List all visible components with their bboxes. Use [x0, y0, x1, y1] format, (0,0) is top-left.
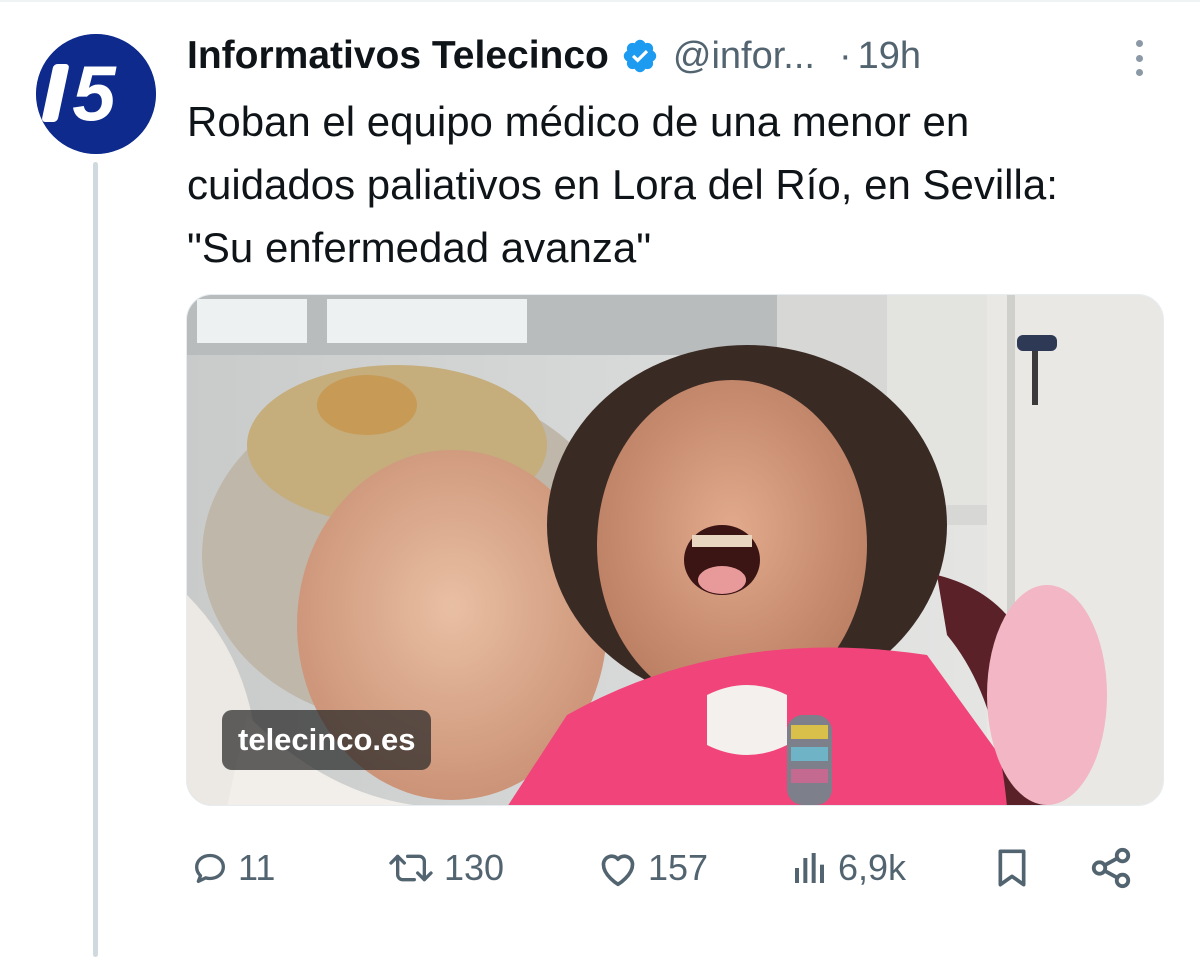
thread-line: [93, 162, 98, 957]
reply-button[interactable]: 11: [190, 836, 275, 900]
author-name[interactable]: Informativos Telecinco: [187, 34, 609, 78]
repost-button[interactable]: 130: [386, 836, 504, 900]
like-button[interactable]: 157: [596, 836, 708, 900]
repost-icon: [389, 854, 433, 882]
action-bar: 11 130 157 6,9k: [186, 836, 1156, 900]
reply-icon: [195, 853, 225, 883]
avatar[interactable]: 5: [36, 34, 156, 154]
share-icon: [1091, 847, 1131, 889]
tweet-text: Roban el equipo médico de una menor en c…: [187, 98, 1058, 271]
tweet-header: Informativos Telecinco @infor... · 19h: [187, 30, 1147, 82]
views-button[interactable]: 6,9k: [790, 836, 906, 900]
svg-text:5: 5: [72, 49, 117, 137]
media-source-badge[interactable]: telecinco.es: [222, 710, 432, 770]
view-count: 6,9k: [838, 847, 907, 888]
bookmark-icon: [998, 849, 1026, 887]
timestamp[interactable]: 19h: [858, 35, 921, 78]
telecinco-logo-icon: 5: [36, 34, 156, 154]
bookmark-button[interactable]: [992, 836, 1032, 900]
author-handle[interactable]: @infor...: [673, 35, 815, 78]
like-count: 157: [648, 847, 709, 888]
verified-badge-icon[interactable]: [621, 37, 659, 75]
separator-dot: ·: [838, 34, 852, 77]
reply-count: 11: [238, 847, 276, 888]
share-button[interactable]: [1088, 836, 1134, 900]
more-options-icon[interactable]: [1126, 36, 1152, 80]
views-chart-icon: [795, 853, 824, 883]
heart-icon: [601, 854, 635, 887]
top-divider: [0, 0, 1200, 2]
repost-count: 130: [444, 847, 505, 888]
